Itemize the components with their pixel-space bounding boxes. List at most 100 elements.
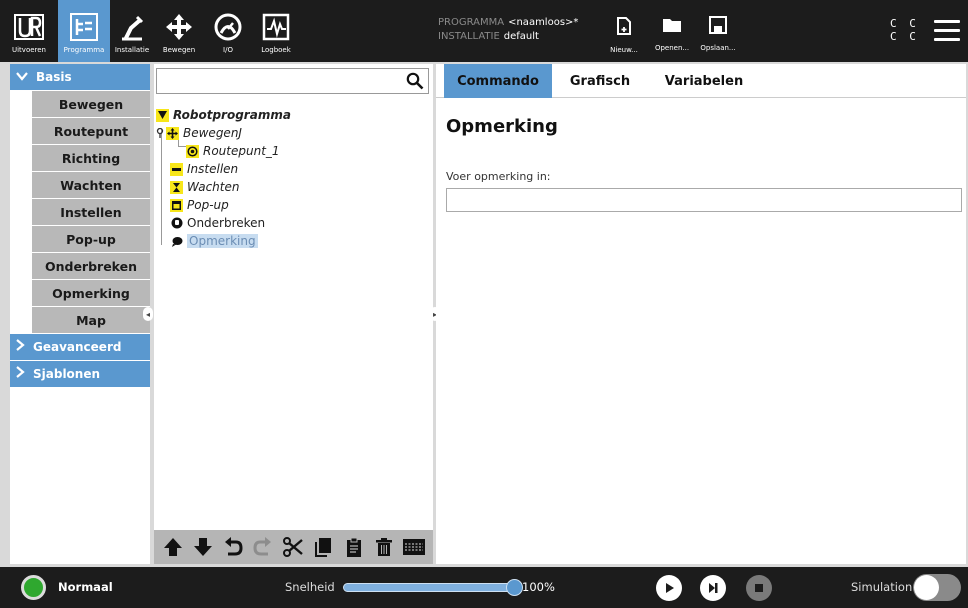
tree-search-input[interactable] (156, 68, 429, 94)
tab-command[interactable]: Commando (444, 64, 552, 98)
detail-tabs: Commando Grafisch Variabelen (436, 64, 966, 98)
sidebar-item-wait[interactable]: Wachten (32, 172, 150, 198)
copy-icon (314, 538, 331, 557)
open-program-button[interactable]: Openen... (650, 0, 694, 62)
paste-button[interactable] (342, 535, 366, 559)
log-chart-icon (261, 10, 291, 44)
robot-arm-icon (117, 10, 147, 44)
chevron-right-icon (16, 366, 25, 382)
tree-node-wait[interactable]: Wachten (170, 178, 239, 196)
program-name: <naamloos>* (508, 17, 579, 28)
hourglass-icon (170, 180, 183, 194)
speed-slider-thumb[interactable] (506, 579, 523, 596)
sidebar-item-move[interactable]: Bewegen (32, 91, 150, 117)
sidebar-item-popup[interactable]: Pop-up (32, 226, 150, 252)
robot-status-text: Normaal (58, 580, 113, 594)
sidebar-item-comment[interactable]: Opmerking (32, 280, 150, 306)
delete-button[interactable] (372, 535, 396, 559)
halt-hand-icon (170, 217, 183, 230)
page-title: Opmerking (446, 116, 558, 137)
program-key: PROGRAMMA (438, 17, 505, 28)
tree-node-comment[interactable]: Opmerking (170, 232, 258, 250)
move-up-button[interactable] (161, 535, 185, 559)
simulation-toggle[interactable] (913, 574, 961, 601)
ur-logo-icon (12, 10, 46, 44)
log-tab-button[interactable]: Logboek (254, 0, 298, 62)
suppress-button[interactable] (402, 535, 426, 559)
tree-connector (161, 129, 162, 245)
collapse-sidebar-handle[interactable]: ◂ (143, 307, 153, 321)
set-node-icon (170, 162, 183, 176)
scissors-icon (283, 537, 304, 557)
hamburger-menu-icon[interactable] (934, 20, 960, 42)
speed-label: Snelheid (285, 580, 335, 594)
simulation-toggle-knob[interactable] (914, 575, 939, 600)
tree-node-halt[interactable]: Onderbreken (170, 214, 265, 232)
arrow-down-icon (194, 538, 213, 556)
program-node-sidebar: Basis Bewegen Routepunt Richting Wachten… (10, 64, 150, 564)
robot-status-indicator[interactable] (21, 575, 46, 600)
io-gauge-icon (213, 10, 243, 44)
new-file-icon (616, 16, 632, 40)
top-bar: Uitvoeren Programma Installatie Bewegen … (0, 0, 968, 62)
tab-graphics[interactable]: Grafisch (560, 64, 640, 98)
move-tab-button[interactable]: Bewegen (157, 0, 201, 62)
move-down-button[interactable] (191, 535, 215, 559)
installation-key: INSTALLATIE (438, 31, 500, 42)
speed-slider-track[interactable] (343, 583, 515, 592)
save-program-button[interactable]: Opslaan... (696, 0, 740, 62)
move-arrows-icon (164, 10, 194, 44)
new-program-button[interactable]: Nieuw... (602, 0, 646, 62)
clipboard-icon (346, 537, 361, 557)
io-tab-button[interactable]: I/O (206, 0, 250, 62)
pin-icon (156, 127, 164, 140)
sidebar-item-halt[interactable]: Onderbreken (32, 253, 150, 279)
tree-connector (178, 146, 186, 147)
tab-variables[interactable]: Variabelen (656, 64, 752, 98)
tree-node-waypoint[interactable]: Routepunt_1 (186, 142, 280, 160)
program-tree-panel: Robotprogramma BewegenJ Routepunt_1 Inst… (154, 64, 433, 564)
move-node-icon (166, 126, 179, 140)
speed-value: 100% (522, 580, 555, 594)
stop-icon (755, 584, 763, 592)
comment-input[interactable] (446, 188, 962, 212)
step-button[interactable] (700, 575, 726, 601)
sidebar-item-folder[interactable]: Map (32, 307, 150, 333)
folder-icon (662, 16, 682, 38)
sidebar-item-set[interactable]: Instellen (32, 199, 150, 225)
program-icon (68, 10, 100, 44)
tree-node-movej[interactable]: BewegenJ (156, 124, 242, 142)
program-tab-button[interactable]: Programma (58, 0, 110, 62)
tree-toolbar (154, 530, 433, 564)
bottom-bar: Normaal Snelheid 100% Simulation (0, 567, 968, 608)
category-basis[interactable]: Basis (10, 64, 150, 90)
sidebar-item-direction[interactable]: Richting (32, 145, 150, 171)
chevron-down-icon (16, 70, 28, 85)
installation-tab-button[interactable]: Installatie (110, 0, 154, 62)
play-button[interactable] (656, 575, 682, 601)
popup-window-icon (170, 198, 183, 212)
arrow-up-icon (164, 538, 183, 556)
search-icon[interactable] (406, 72, 424, 90)
collapse-triangle-icon[interactable] (156, 108, 169, 122)
undo-button[interactable] (221, 535, 245, 559)
tree-node-set[interactable]: Instellen (170, 160, 238, 178)
speech-bubble-icon (170, 235, 183, 248)
copy-button[interactable] (312, 535, 336, 559)
run-tab-button[interactable]: Uitvoeren (0, 0, 58, 62)
node-detail-panel: Commando Grafisch Variabelen Opmerking V… (436, 64, 966, 564)
simulation-label: Simulation (851, 580, 913, 594)
play-icon (666, 583, 674, 593)
tree-node-popup[interactable]: Pop-up (170, 196, 229, 214)
category-advanced[interactable]: Geavanceerd (10, 334, 150, 360)
installation-name: default (503, 31, 539, 42)
stop-button[interactable] (746, 575, 772, 601)
sidebar-item-waypoint[interactable]: Routepunt (32, 118, 150, 144)
speed-cc-indicator: C C C C (890, 17, 919, 43)
category-templates[interactable]: Sjablonen (10, 361, 150, 387)
program-info: PROGRAMMA <naamloos>* INSTALLATIE default (438, 16, 578, 44)
tree-node-root[interactable]: Robotprogramma (156, 106, 291, 124)
redo-button[interactable] (251, 535, 275, 559)
step-icon (709, 583, 718, 593)
cut-button[interactable] (281, 535, 305, 559)
